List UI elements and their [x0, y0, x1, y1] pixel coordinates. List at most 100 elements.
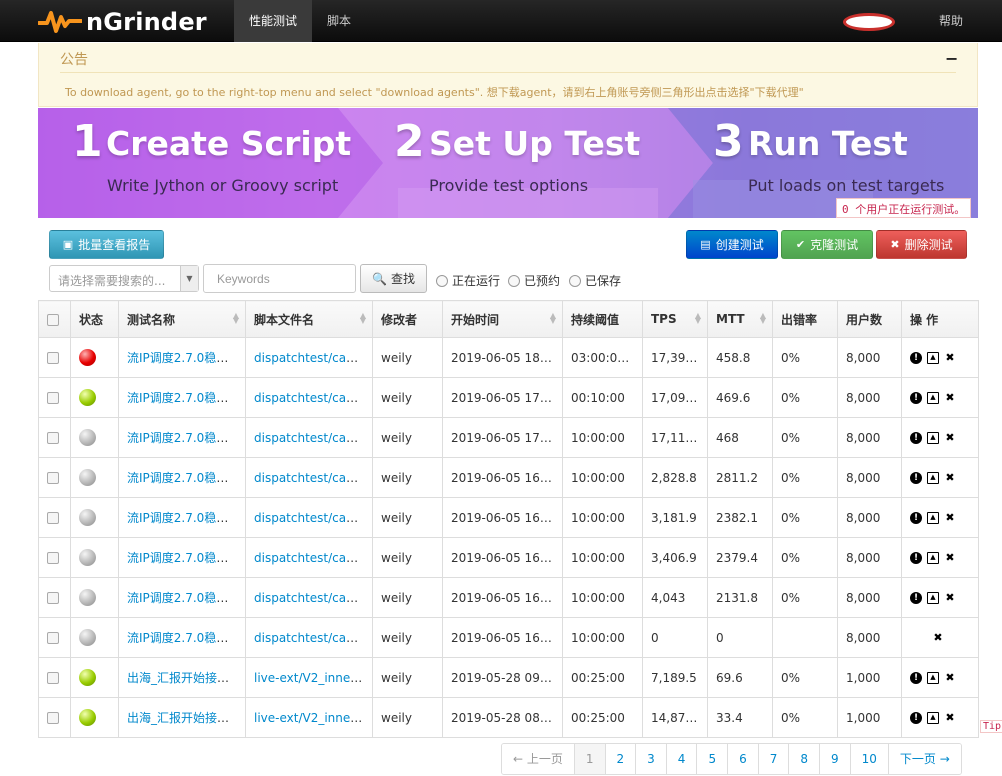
- delete-icon[interactable]: ✖: [944, 512, 956, 524]
- script-link[interactable]: dispatchtest/casdispatch.groovy: [254, 551, 372, 565]
- status-indicator-icon[interactable]: [79, 629, 96, 646]
- report-image-icon[interactable]: ▲: [927, 472, 939, 484]
- help-link[interactable]: 帮助: [925, 0, 977, 42]
- filter-scheduled[interactable]: 已预约: [508, 272, 560, 289]
- sort-icon[interactable]: ▲ ▼: [233, 312, 239, 325]
- test-name-link[interactable]: 流IP调度2.7.0稳定性测试: [127, 591, 245, 605]
- status-indicator-icon[interactable]: [79, 349, 96, 366]
- page-4-button[interactable]: 4: [666, 744, 698, 774]
- sort-icon[interactable]: ▲ ▼: [760, 312, 766, 325]
- column-header-script[interactable]: 脚本文件名 ▲ ▼: [245, 300, 373, 338]
- report-image-icon[interactable]: ▲: [927, 672, 939, 684]
- info-icon[interactable]: !: [910, 552, 922, 564]
- report-image-icon[interactable]: ▲: [927, 352, 939, 364]
- report-image-icon[interactable]: ▲: [927, 552, 939, 564]
- prev-page-button[interactable]: ← 上一页: [502, 744, 575, 774]
- row-checkbox[interactable]: [47, 512, 59, 524]
- delete-icon[interactable]: ✖: [944, 672, 956, 684]
- page-2-button[interactable]: 2: [605, 744, 637, 774]
- info-icon[interactable]: !: [910, 472, 922, 484]
- collapse-icon[interactable]: −: [945, 49, 958, 68]
- info-icon[interactable]: !: [910, 392, 922, 404]
- sort-icon[interactable]: ▲ ▼: [550, 312, 556, 325]
- sort-icon[interactable]: ▲ ▼: [360, 312, 366, 325]
- row-checkbox[interactable]: [47, 672, 59, 684]
- row-checkbox[interactable]: [47, 712, 59, 724]
- script-link[interactable]: dispatchtest/casdispatch.groovy: [254, 511, 372, 525]
- status-indicator-icon[interactable]: [79, 389, 96, 406]
- info-icon[interactable]: !: [910, 512, 922, 524]
- chevron-down-icon[interactable]: ▼: [180, 266, 198, 291]
- sort-icon[interactable]: ▲ ▼: [695, 312, 701, 325]
- delete-icon[interactable]: ✖: [944, 432, 956, 444]
- batch-report-button[interactable]: ▣ 批量查看报告: [49, 230, 164, 259]
- info-icon[interactable]: !: [910, 712, 922, 724]
- script-link[interactable]: dispatchtest/casdispatch.groovy: [254, 471, 372, 485]
- script-link[interactable]: dispatchtest/casdispatch.groovy: [254, 431, 372, 445]
- test-name-link[interactable]: 流IP调度2.7.0稳定性测试: [127, 631, 245, 645]
- search-tag-select[interactable]: 请选择需要搜索的... ▼: [49, 265, 199, 292]
- search-input[interactable]: [203, 264, 356, 293]
- test-name-link[interactable]: 出海_汇报开始接口压测: [127, 671, 245, 685]
- script-link[interactable]: dispatchtest/casdispatch.groovy: [254, 631, 372, 645]
- clone-test-button[interactable]: ✔ 克隆测试: [781, 230, 873, 259]
- delete-test-button[interactable]: ✖ 删除测试: [876, 230, 967, 259]
- user-account-menu[interactable]: [843, 13, 895, 31]
- report-image-icon[interactable]: ▲: [927, 592, 939, 604]
- tab-performance-test[interactable]: 性能测试: [234, 0, 312, 42]
- table-row[interactable]: 流IP调度2.7.0稳定性测试 dispatchtest/casdispatch.…: [38, 457, 979, 498]
- test-name-link[interactable]: 流IP调度2.7.0稳定性测试: [127, 551, 245, 565]
- row-checkbox[interactable]: [47, 352, 59, 364]
- script-link[interactable]: dispatchtest/casdispatch.groovy: [254, 391, 372, 405]
- radio-button[interactable]: [569, 274, 581, 287]
- report-image-icon[interactable]: ▲: [927, 392, 939, 404]
- search-button[interactable]: 🔍 查找: [360, 264, 427, 293]
- column-header-tps[interactable]: TPS ▲ ▼: [642, 300, 708, 338]
- test-name-link[interactable]: 流IP调度2.7.0稳定性测试: [127, 391, 245, 405]
- next-page-button[interactable]: 下一页 →: [888, 744, 961, 774]
- delete-icon[interactable]: ✖: [932, 632, 944, 644]
- page-7-button[interactable]: 7: [758, 744, 790, 774]
- status-indicator-icon[interactable]: [79, 509, 96, 526]
- info-icon[interactable]: !: [910, 352, 922, 364]
- table-row[interactable]: 出海_汇报开始接口压测 live-ext/V2_inner_report.groo…: [38, 657, 979, 698]
- table-row[interactable]: 出海_汇报开始接口压测 live-ext/V2_inner_report.groo…: [38, 697, 979, 738]
- column-header-mtt[interactable]: MTT ▲ ▼: [707, 300, 773, 338]
- filter-saved[interactable]: 已保存: [569, 272, 621, 289]
- row-checkbox[interactable]: [47, 632, 59, 644]
- script-link[interactable]: live-ext/V2_inner_report.groovy: [254, 671, 372, 685]
- status-indicator-icon[interactable]: [79, 469, 96, 486]
- delete-icon[interactable]: ✖: [944, 592, 956, 604]
- page-1-button[interactable]: 1: [574, 744, 606, 774]
- report-image-icon[interactable]: ▲: [927, 432, 939, 444]
- test-name-link[interactable]: 出海_汇报开始接口压测: [127, 711, 245, 725]
- test-name-link[interactable]: 流IP调度2.7.0稳定性测试: [127, 471, 245, 485]
- status-indicator-icon[interactable]: [79, 589, 96, 606]
- test-name-link[interactable]: 流IP调度2.7.0稳定性测试: [127, 511, 245, 525]
- table-row[interactable]: 流IP调度2.7.0稳定性测试 dispatchtest/casdispatch.…: [38, 497, 979, 538]
- status-indicator-icon[interactable]: [79, 669, 96, 686]
- report-image-icon[interactable]: ▲: [927, 712, 939, 724]
- page-9-button[interactable]: 9: [820, 744, 851, 774]
- create-test-button[interactable]: ▤ 创建测试: [686, 230, 778, 259]
- test-name-link[interactable]: 流IP调度2.7.0稳定性测试: [127, 351, 245, 365]
- test-name-link[interactable]: 流IP调度2.7.0稳定性测试: [127, 431, 245, 445]
- page-5-button[interactable]: 5: [697, 744, 729, 774]
- row-checkbox[interactable]: [47, 472, 59, 484]
- row-checkbox[interactable]: [47, 392, 59, 404]
- column-header-test-name[interactable]: 测试名称 ▲ ▼: [118, 300, 246, 338]
- status-indicator-icon[interactable]: [79, 549, 96, 566]
- brand-logo[interactable]: nGrinder: [38, 5, 207, 39]
- table-row[interactable]: 流IP调度2.7.0稳定性测试 dispatchtest/casdispatch.…: [38, 337, 979, 378]
- table-row[interactable]: 流IP调度2.7.0稳定性测试 dispatchtest/casdispatch.…: [38, 617, 979, 658]
- script-link[interactable]: live-ext/V2_inner_report.groovy: [254, 711, 372, 725]
- script-link[interactable]: dispatchtest/casdispatch.groovy: [254, 591, 372, 605]
- radio-button[interactable]: [436, 274, 448, 287]
- table-row[interactable]: 流IP调度2.7.0稳定性测试 dispatchtest/casdispatch.…: [38, 537, 979, 578]
- page-10-button[interactable]: 10: [850, 744, 889, 774]
- table-row[interactable]: 流IP调度2.7.0稳定性测试 dispatchtest/casdispatch.…: [38, 577, 979, 618]
- page-8-button[interactable]: 8: [789, 744, 820, 774]
- script-link[interactable]: dispatchtest/casdispatch.groovy: [254, 351, 372, 365]
- row-checkbox[interactable]: [47, 592, 59, 604]
- status-indicator-icon[interactable]: [79, 709, 96, 726]
